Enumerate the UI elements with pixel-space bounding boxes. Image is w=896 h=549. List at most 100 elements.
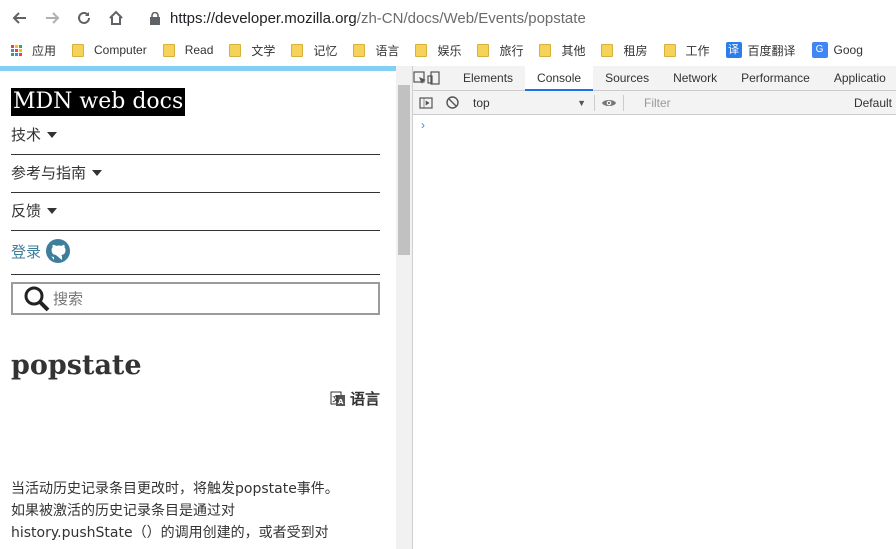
devtools-panel: Elements Console Sources Network Perform…	[413, 65, 896, 549]
scrollbar-thumb[interactable]	[398, 85, 410, 255]
login-label: 登录	[11, 242, 42, 261]
clear-icon	[445, 96, 459, 109]
separator	[594, 94, 595, 111]
reload-button[interactable]	[72, 6, 96, 30]
menu-technologies[interactable]: 技术	[11, 124, 380, 145]
home-button[interactable]	[104, 6, 128, 30]
bookmark-folder[interactable]: 娱乐	[415, 36, 477, 64]
bookmark-label: Computer	[94, 43, 147, 57]
caret-down-icon	[47, 131, 58, 138]
browser-toolbar: https://developer.mozilla.org/zh-CN/docs…	[0, 0, 896, 36]
home-icon	[109, 10, 123, 25]
lock-icon	[150, 11, 160, 25]
eye-icon	[602, 99, 616, 106]
log-levels-dropdown[interactable]: Default	[854, 96, 892, 110]
bookmark-label: 其他	[561, 43, 586, 58]
language-label: 语言	[349, 390, 380, 408]
login-link[interactable]: 登录	[11, 238, 71, 264]
bookmark-apps[interactable]: 应用	[0, 36, 72, 64]
bookmark-label: Read	[184, 43, 214, 57]
folder-icon	[663, 43, 676, 57]
separator	[623, 94, 624, 111]
bookmark-folder[interactable]: 租房	[601, 36, 663, 64]
translate-icon: 译	[725, 42, 742, 58]
bookmark-label: 租房	[623, 43, 648, 58]
page-scrollbar[interactable]	[396, 66, 412, 549]
bookmark-folder[interactable]: 记忆	[291, 36, 353, 64]
menu-references[interactable]: 参考与指南	[11, 162, 380, 183]
folder-icon	[415, 43, 428, 57]
folder-icon	[291, 43, 304, 57]
menu-feedback[interactable]: 反馈	[11, 200, 380, 221]
address-bar[interactable]: https://developer.mozilla.org/zh-CN/docs…	[150, 10, 586, 27]
back-arrow-icon	[12, 12, 26, 24]
search-box[interactable]	[11, 282, 380, 315]
devtools-tabbar: Elements Console Sources Network Perform…	[413, 65, 896, 91]
bookmark-label: 工作	[685, 43, 710, 58]
bookmark-folder[interactable]: 旅行	[477, 36, 539, 64]
back-button[interactable]	[8, 6, 32, 30]
page-title: popstate	[11, 350, 142, 381]
menu-label: 参考与指南	[11, 164, 87, 182]
caret-down-icon	[92, 169, 103, 176]
search-input[interactable]	[53, 289, 353, 308]
bookmark-label: 旅行	[499, 43, 524, 58]
folder-icon	[601, 43, 614, 57]
caret-down-icon	[47, 207, 58, 214]
bookmark-translate[interactable]: 译 百度翻译	[725, 36, 812, 64]
divider	[11, 230, 380, 231]
github-icon	[46, 239, 71, 263]
language-icon: 文A	[330, 391, 345, 406]
url-path: /zh-CN/docs/Web/Events/popstate	[356, 9, 586, 27]
bookmark-label: Goog	[833, 43, 863, 57]
live-expression-button[interactable]	[601, 97, 617, 109]
tab-console[interactable]: Console	[525, 65, 594, 91]
tab-network[interactable]: Network	[661, 66, 729, 91]
intro-paragraph: 当活动历史记录条目更改时，将触发popstate事件。 如果被激活的历史记录条目…	[11, 478, 381, 544]
bookmark-folder[interactable]: Read	[162, 36, 230, 64]
bookmark-folder[interactable]: 文学	[229, 36, 291, 64]
menu-label: 技术	[11, 126, 42, 144]
bookmark-folder[interactable]: 工作	[663, 36, 726, 64]
bookmark-label: 语言	[375, 43, 400, 58]
bookmarks-bar: 应用 Computer Read 文学 记忆 语言 娱乐 旅行 其他 租房 工作…	[0, 36, 896, 64]
inspect-element-button[interactable]	[413, 66, 427, 91]
bookmark-label: 百度翻译	[747, 43, 796, 58]
menu-label: 反馈	[11, 202, 42, 220]
console-prompt[interactable]: ›	[421, 118, 425, 132]
sidebar-icon	[419, 96, 433, 109]
forward-button[interactable]	[40, 6, 64, 30]
forward-arrow-icon	[46, 12, 60, 24]
google-translate-icon: G	[811, 42, 828, 58]
search-icon	[24, 286, 50, 311]
mdn-logo[interactable]: MDN web docs	[11, 88, 186, 116]
bookmark-label: 娱乐	[437, 43, 462, 58]
tab-elements[interactable]: Elements	[451, 66, 525, 91]
folder-icon	[229, 43, 242, 57]
bookmark-folder[interactable]: 语言	[353, 36, 415, 64]
dropdown-arrow-icon: ▼	[577, 97, 586, 108]
context-selector[interactable]: top ▼	[467, 94, 590, 112]
bookmark-folder[interactable]: Computer	[72, 36, 163, 64]
bookmark-folder[interactable]: 其他	[539, 36, 601, 64]
tab-performance[interactable]: Performance	[729, 66, 822, 91]
device-toolbar-button[interactable]	[427, 66, 441, 91]
clear-console-button[interactable]	[439, 90, 465, 115]
console-toolbar: top ▼ Filter Default	[413, 91, 896, 115]
filter-input[interactable]: Filter	[644, 96, 844, 110]
show-sidebar-button[interactable]	[413, 90, 439, 115]
language-button[interactable]: 文A 语言	[330, 388, 380, 409]
tab-application[interactable]: Applicatio	[822, 66, 896, 91]
bookmark-label: 应用	[32, 43, 57, 58]
bookmark-label: 记忆	[313, 43, 338, 58]
paragraph-line: history.pushState（）的调用创建的，或者受到对	[11, 525, 329, 541]
paragraph-line: 如果被激活的历史记录条目是通过对	[11, 503, 235, 519]
svg-text:A: A	[338, 398, 344, 406]
apps-grid-icon	[11, 44, 22, 56]
bookmark-google[interactable]: G Goog	[811, 36, 863, 64]
device-icon	[427, 71, 440, 85]
web-page: MDN web docs 技术 参考与指南 反馈 登录 popstate 文A …	[0, 66, 396, 549]
folder-icon	[162, 43, 175, 57]
tab-sources[interactable]: Sources	[593, 66, 661, 91]
page-accent-bar	[0, 66, 396, 71]
